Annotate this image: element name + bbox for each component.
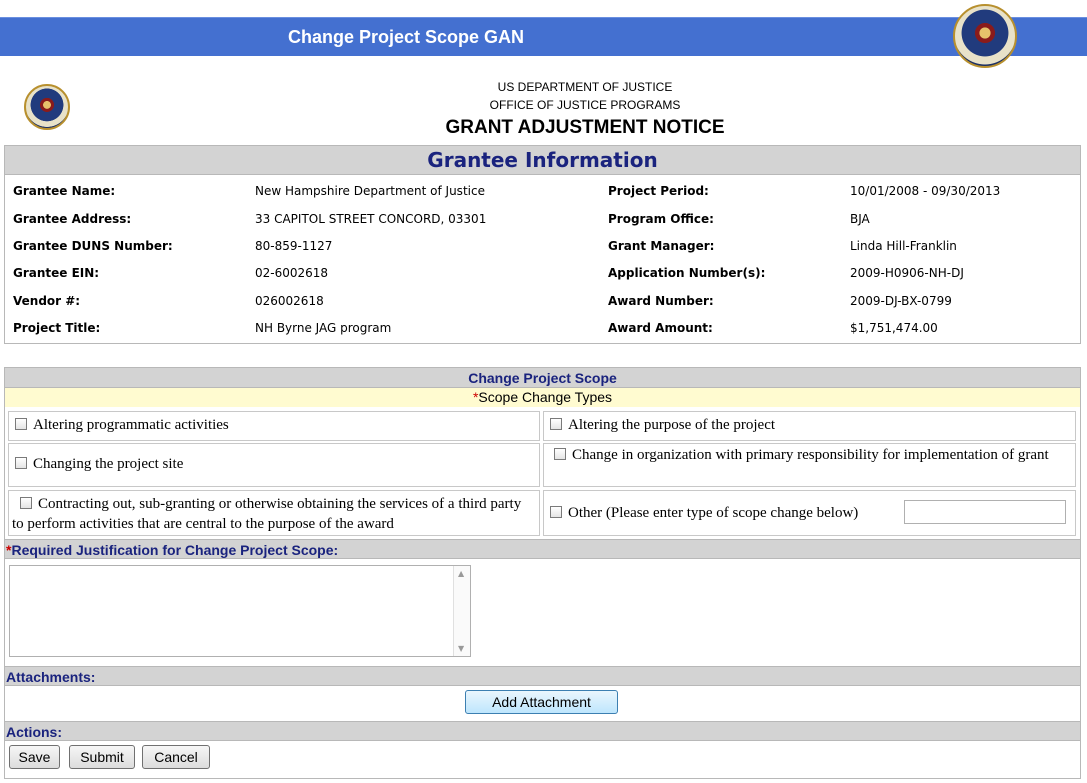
grantee-address-value: 33 CAPITOL STREET CONCORD, 03301 <box>255 212 487 226</box>
submit-button[interactable]: Submit <box>69 745 135 769</box>
option-contracting-out[interactable]: Contracting out, sub-granting or otherwi… <box>8 490 540 536</box>
scope-types-header: *Scope Change Types <box>5 388 1080 407</box>
checkbox-icon[interactable] <box>550 506 562 518</box>
application-number-label: Application Number(s): <box>608 266 766 280</box>
project-title-label: Project Title: <box>13 321 101 335</box>
option-changing-site[interactable]: Changing the project site <box>8 443 540 487</box>
checkbox-icon[interactable] <box>15 418 27 430</box>
checkbox-icon[interactable] <box>554 448 566 460</box>
option-label: Altering programmatic activities <box>33 417 229 433</box>
award-amount-label: Award Amount: <box>608 321 713 335</box>
save-button[interactable]: Save <box>9 745 60 769</box>
grantee-heading: Grantee Information <box>5 146 1080 175</box>
header-department: US DEPARTMENT OF JUSTICE <box>497 80 673 94</box>
grantee-address-label: Grantee Address: <box>13 212 132 226</box>
cancel-button[interactable]: Cancel <box>142 745 210 769</box>
window-title: Change Project Scope GAN <box>288 27 525 47</box>
project-period-label: Project Period: <box>608 184 709 198</box>
program-office-label: Program Office: <box>608 212 714 226</box>
grantee-name-value: New Hampshire Department of Justice <box>255 184 485 198</box>
grantee-information-panel: Grantee Information Grantee Name: New Ha… <box>4 145 1081 344</box>
justification-textarea[interactable]: ▲ ▼ <box>9 565 471 657</box>
award-number-label: Award Number: <box>608 294 714 308</box>
add-attachment-button[interactable]: Add Attachment <box>465 690 618 714</box>
grant-manager-value: Linda Hill-Franklin <box>850 239 957 253</box>
vendor-value: 026002618 <box>255 294 324 308</box>
award-number-value: 2009-DJ-BX-0799 <box>850 294 952 308</box>
option-label: Contracting out, sub-granting or otherwi… <box>12 496 522 532</box>
grant-manager-label: Grant Manager: <box>608 239 715 253</box>
header-office: OFFICE OF JUSTICE PROGRAMS <box>489 98 681 112</box>
application-number-value: 2009-H0906-NH-DJ <box>850 266 964 280</box>
grantee-ein-value: 02-6002618 <box>255 266 329 280</box>
project-title-value: NH Byrne JAG program <box>255 321 392 335</box>
option-change-organization[interactable]: Change in organization with primary resp… <box>543 443 1076 487</box>
scroll-up-icon[interactable]: ▲ <box>458 569 464 578</box>
scope-types-label: Scope Change Types <box>478 389 613 405</box>
grantee-duns-label: Grantee DUNS Number: <box>13 239 173 253</box>
grantee-name-label: Grantee Name: <box>13 184 116 198</box>
scope-heading: Change Project Scope <box>5 368 1080 388</box>
option-label: Change in organization with primary resp… <box>572 447 1049 463</box>
justification-header: *Required Justification for Change Proje… <box>5 539 1080 559</box>
option-label: Changing the project site <box>33 456 184 472</box>
vendor-label: Vendor #: <box>13 294 81 308</box>
grantee-duns-value: 80-859-1127 <box>255 239 333 253</box>
grantee-ein-label: Grantee EIN: <box>13 266 100 280</box>
scroll-down-icon[interactable]: ▼ <box>458 644 464 653</box>
page-title: GRANT ADJUSTMENT NOTICE <box>445 117 725 138</box>
program-office-value: BJA <box>850 212 870 226</box>
checkbox-icon[interactable] <box>550 418 562 430</box>
title-bar: Change Project Scope GAN <box>0 17 1087 56</box>
award-amount-value: $1,751,474.00 <box>850 321 938 335</box>
checkbox-icon[interactable] <box>20 497 32 509</box>
other-scope-input[interactable] <box>904 500 1066 524</box>
actions-header: Actions: <box>5 721 1080 741</box>
project-period-value: 10/01/2008 - 09/30/2013 <box>850 184 1001 198</box>
attachments-header: Attachments: <box>5 666 1080 686</box>
option-altering-activities[interactable]: Altering programmatic activities <box>8 411 540 441</box>
justification-label: Required Justification for Change Projec… <box>11 542 339 558</box>
option-label: Altering the purpose of the project <box>568 417 776 433</box>
textarea-scrollbar[interactable]: ▲ ▼ <box>453 566 470 656</box>
doj-seal-icon <box>953 4 1017 68</box>
option-label: Other (Please enter type of scope change… <box>568 505 859 521</box>
change-scope-panel: Change Project Scope *Scope Change Types… <box>4 367 1081 779</box>
option-altering-purpose[interactable]: Altering the purpose of the project <box>543 411 1076 441</box>
checkbox-icon[interactable] <box>15 457 27 469</box>
